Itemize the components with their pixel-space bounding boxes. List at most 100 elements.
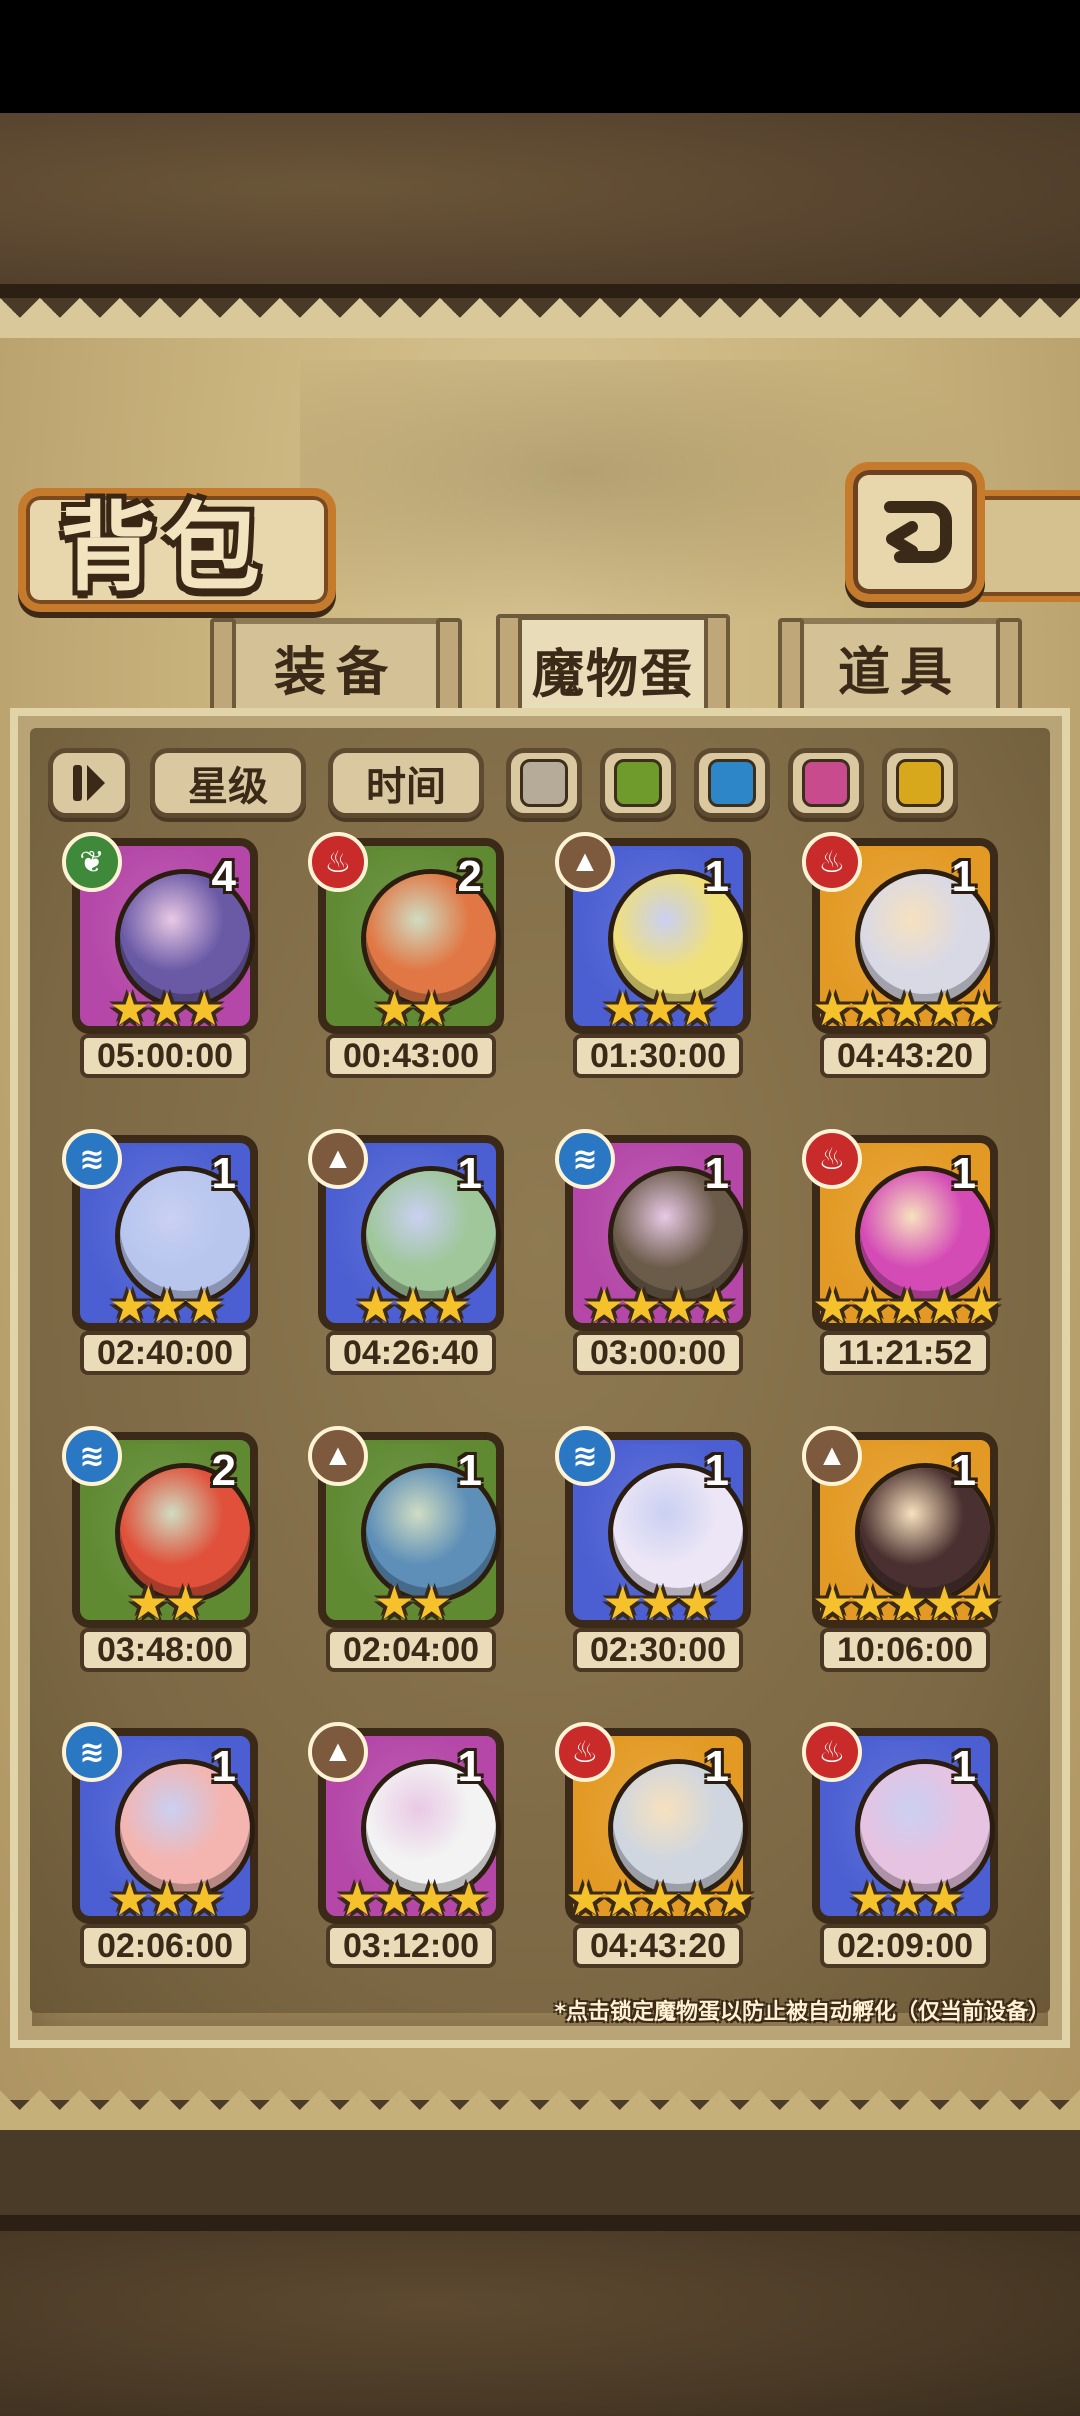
filter-blue-button[interactable] xyxy=(694,748,770,818)
star-rating: ★★★ xyxy=(355,1280,471,1332)
water-element-icon: ≋ xyxy=(555,1426,615,1486)
egg-count: 1 xyxy=(704,852,729,901)
blue-swatch xyxy=(708,759,756,807)
earth-element-icon: ▲ xyxy=(802,1426,862,1486)
hatch-timer: 02:30:00 xyxy=(573,1628,743,1672)
star-rating: ★★★★★ xyxy=(812,983,1002,1035)
hatch-timer: 04:26:40 xyxy=(326,1331,496,1375)
sort-toggle-icon xyxy=(73,765,105,801)
hatch-timer: 01:30:00 xyxy=(573,1034,743,1078)
egg-card[interactable]: 1 ♨ ★★★ 02:09:00 xyxy=(802,1722,1002,1978)
hatch-timer: 02:06:00 xyxy=(80,1924,250,1968)
star-rating: ★★★ xyxy=(602,983,718,1035)
water-element-icon: ≋ xyxy=(62,1722,122,1782)
star-rating: ★★★ xyxy=(109,983,225,1035)
egg-count: 1 xyxy=(951,1149,976,1198)
egg-count: 1 xyxy=(457,1149,482,1198)
page-title: 背包 xyxy=(60,492,268,604)
back-button[interactable] xyxy=(845,462,985,602)
egg-card[interactable]: 1 ▲ ★★★ 04:26:40 xyxy=(308,1129,508,1385)
status-bar xyxy=(0,0,1080,113)
zigzag-border-top xyxy=(0,298,1080,338)
star-rating: ★★★ xyxy=(109,1280,225,1332)
sort-by-time-button[interactable]: 时间 xyxy=(328,748,484,818)
green-swatch xyxy=(614,759,662,807)
star-rating: ★★★★★ xyxy=(812,1280,1002,1332)
egg-card[interactable]: 1 ▲ ★★★★★ 10:06:00 xyxy=(802,1426,1002,1682)
tab-post xyxy=(704,614,730,712)
egg-count: 1 xyxy=(211,1742,236,1791)
earth-element-icon: ▲ xyxy=(308,1129,368,1189)
egg-card[interactable]: 1 ≋ ★★★ 02:30:00 xyxy=(555,1426,755,1682)
star-rating: ★★★★ xyxy=(583,1280,737,1332)
egg-card[interactable]: 4 ❦ ★★★ 05:00:00 xyxy=(62,832,262,1088)
sort-order-button[interactable] xyxy=(48,748,130,818)
filter-gray-button[interactable] xyxy=(506,748,582,818)
hatch-timer: 04:43:20 xyxy=(820,1034,990,1078)
tab-post xyxy=(996,618,1022,716)
fire-element-icon: ♨ xyxy=(802,1129,862,1189)
egg-card[interactable]: 1 ≋ ★★★★ 03:00:00 xyxy=(555,1129,755,1385)
egg-card[interactable]: 2 ≋ ★★ 03:48:00 xyxy=(62,1426,262,1682)
tab-items[interactable]: 道具 xyxy=(778,618,1022,716)
egg-count: 1 xyxy=(704,1742,729,1791)
hatch-timer: 04:43:20 xyxy=(573,1924,743,1968)
star-rating: ★★★★★ xyxy=(565,1873,755,1925)
nature-element-icon: ❦ xyxy=(62,832,122,892)
hatch-timer: 11:21:52 xyxy=(820,1331,990,1375)
egg-count: 2 xyxy=(211,1446,236,1495)
tab-label: 魔物蛋 xyxy=(531,645,694,704)
tab-post xyxy=(210,618,236,716)
hatch-timer: 02:09:00 xyxy=(820,1924,990,1968)
egg-card[interactable]: 1 ≋ ★★★ 02:06:00 xyxy=(62,1722,262,1978)
tab-label: 道具 xyxy=(837,643,962,702)
egg-count: 1 xyxy=(951,1742,976,1791)
hatch-timer: 03:00:00 xyxy=(573,1331,743,1375)
star-rating: ★★★ xyxy=(849,1873,965,1925)
hatch-timer: 03:12:00 xyxy=(326,1924,496,1968)
water-element-icon: ≋ xyxy=(555,1129,615,1189)
egg-count: 1 xyxy=(211,1149,236,1198)
star-rating: ★★★★ xyxy=(336,1873,490,1925)
egg-count: 1 xyxy=(457,1742,482,1791)
filter-green-button[interactable] xyxy=(600,748,676,818)
tab-post xyxy=(496,614,522,712)
water-element-icon: ≋ xyxy=(62,1426,122,1486)
egg-card[interactable]: 1 ♨ ★★★★★ 04:43:20 xyxy=(802,832,1002,1088)
egg-count: 4 xyxy=(211,852,236,901)
egg-card[interactable]: 1 ♨ ★★★★★ 11:21:52 xyxy=(802,1129,1002,1385)
fire-element-icon: ♨ xyxy=(802,1722,862,1782)
fire-element-icon: ♨ xyxy=(802,832,862,892)
filter-orange-button[interactable] xyxy=(882,748,958,818)
egg-card[interactable]: 1 ▲ ★★★ 01:30:00 xyxy=(555,832,755,1088)
egg-card[interactable]: 1 ▲ ★★★★ 03:12:00 xyxy=(308,1722,508,1978)
hatch-timer: 02:40:00 xyxy=(80,1331,250,1375)
hatch-timer: 00:43:00 xyxy=(326,1034,496,1078)
fire-element-icon: ♨ xyxy=(308,832,368,892)
egg-card[interactable]: 1 ≋ ★★★ 02:40:00 xyxy=(62,1129,262,1385)
egg-count: 1 xyxy=(704,1149,729,1198)
tab-equipment[interactable]: 装备 xyxy=(210,618,462,716)
star-rating: ★★★ xyxy=(109,1873,225,1925)
sort-by-time-label: 时间 xyxy=(366,765,446,809)
top-map-band xyxy=(0,113,1080,298)
water-element-icon: ≋ xyxy=(62,1129,122,1189)
egg-card[interactable]: 1 ♨ ★★★★★ 04:43:20 xyxy=(555,1722,755,1978)
star-rating: ★★★★★ xyxy=(812,1577,1002,1629)
tab-monster-eggs[interactable]: 魔物蛋 xyxy=(496,614,730,718)
hatch-timer: 02:04:00 xyxy=(326,1628,496,1672)
gray-swatch xyxy=(520,759,568,807)
hatch-timer: 05:00:00 xyxy=(80,1034,250,1078)
hatch-timer: 03:48:00 xyxy=(80,1628,250,1672)
zigzag-border-bottom xyxy=(0,2090,1080,2130)
star-rating: ★★ xyxy=(373,983,452,1035)
tab-label: 装备 xyxy=(273,643,398,702)
star-rating: ★★★ xyxy=(602,1577,718,1629)
sort-by-stars-button[interactable]: 星级 xyxy=(150,748,306,818)
egg-count: 1 xyxy=(951,852,976,901)
egg-card[interactable]: 1 ▲ ★★ 02:04:00 xyxy=(308,1426,508,1682)
orange-swatch xyxy=(896,759,944,807)
egg-card[interactable]: 2 ♨ ★★ 00:43:00 xyxy=(308,832,508,1088)
hatch-timer: 10:06:00 xyxy=(820,1628,990,1672)
filter-purple-button[interactable] xyxy=(788,748,864,818)
